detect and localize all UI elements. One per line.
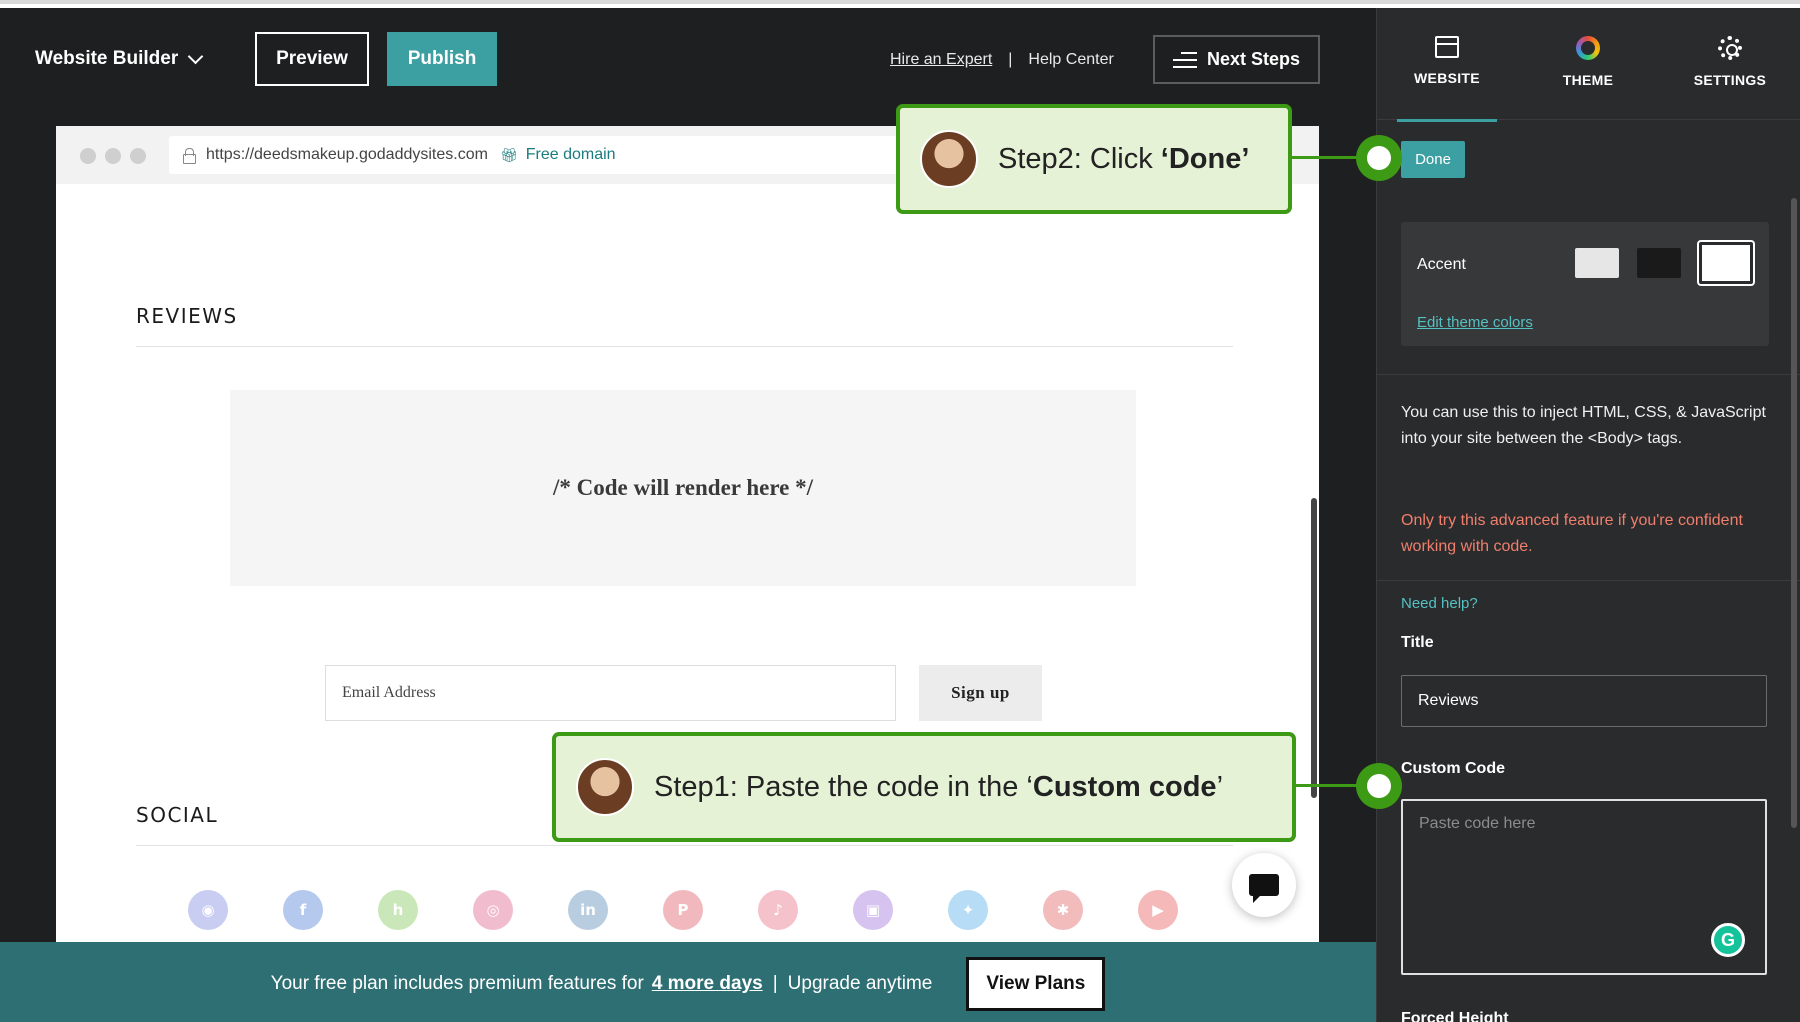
next-steps-button[interactable]: Next Steps (1153, 35, 1320, 84)
reviews-heading: REVIEWS (136, 304, 238, 328)
title-label: Title (1401, 634, 1434, 651)
publish-button[interactable]: Publish (387, 32, 497, 86)
divider (1377, 580, 1800, 581)
tab-label: SETTINGS (1693, 72, 1767, 88)
divider (136, 346, 1233, 347)
upgrade-text: Upgrade anytime (787, 973, 933, 994)
site-url: https://deedsmakeup.godaddysites.com (206, 146, 488, 163)
custom-code-placeholder: Paste code here (1419, 815, 1536, 832)
avatar (576, 758, 634, 816)
chat-button[interactable] (1232, 853, 1296, 917)
tab-label: WEBSITE (1414, 70, 1480, 86)
divider: | (1008, 51, 1013, 68)
discord-icon[interactable]: ◉ (188, 890, 228, 930)
settings-panel: WEBSITE THEME SETTINGS Done Accent Edit … (1376, 8, 1800, 1022)
email-field[interactable]: Email Address (325, 665, 896, 721)
tiktok-icon[interactable]: ♪ (758, 890, 798, 930)
accent-settings: Accent Edit theme colors (1401, 222, 1769, 346)
lock-icon (183, 148, 196, 164)
gift-icon: 🎁︎ (499, 146, 518, 163)
step2-callout: Step2: Click ‘Done’ (896, 104, 1292, 214)
step2-text: Step2: Click ‘Done’ (998, 142, 1250, 175)
accent-label: Accent (1417, 256, 1466, 273)
twitch-icon[interactable]: ▣ (853, 890, 893, 930)
social-heading: SOCIAL (136, 803, 219, 827)
accent-swatch-white-selected[interactable] (1697, 240, 1755, 286)
preview-button[interactable]: Preview (255, 32, 369, 86)
color-wheel-icon (1576, 36, 1600, 60)
top-links: Hire an Expert | Help Center (890, 51, 1114, 69)
houzz-icon[interactable]: h (378, 890, 418, 930)
edit-theme-colors-link[interactable]: Edit theme colors (1417, 314, 1533, 331)
next-steps-label: Next Steps (1206, 49, 1301, 69)
social-icons: ◉ f h ◎ in P ♪ ▣ ✦ ✱ ▶ (188, 890, 1178, 930)
twitter-icon[interactable]: ✦ (948, 890, 988, 930)
upgrade-banner: Your free plan includes premium features… (0, 942, 1376, 1022)
url-bar: https://deedsmakeup.godaddysites.com 🎁︎ … (169, 136, 939, 174)
free-domain-link[interactable]: 🎁︎ Free domain (500, 146, 616, 164)
checklist-icon (1172, 51, 1197, 68)
step2-marker (1356, 135, 1402, 181)
facebook-icon[interactable]: f (283, 890, 323, 930)
title-field[interactable]: Reviews (1401, 675, 1767, 727)
divider: | (772, 973, 778, 994)
panel-scrollbar[interactable] (1791, 198, 1797, 828)
step1-text: Step1: Paste the code in the ‘Custom cod… (654, 770, 1224, 803)
custom-code-warning: Only try this advanced feature if you're… (1401, 512, 1743, 555)
tab-theme[interactable]: THEME (1528, 36, 1648, 88)
step1-marker (1356, 763, 1402, 809)
divider (136, 845, 1233, 846)
tab-website[interactable]: WEBSITE (1387, 36, 1507, 86)
tab-settings[interactable]: SETTINGS (1670, 36, 1790, 88)
banner-text: Your free plan includes premium features… (270, 973, 644, 994)
code-render-area: /* Code will render here */ (230, 390, 1136, 586)
grammarly-icon[interactable]: G (1711, 923, 1745, 957)
preview-scrollbar[interactable] (1311, 498, 1317, 798)
divider (1377, 374, 1800, 375)
brand-label: Website Builder (35, 48, 179, 69)
accent-swatch-dark[interactable] (1637, 248, 1681, 278)
browser-window-icon (1435, 36, 1459, 58)
custom-code-label: Custom Code (1401, 760, 1505, 777)
instagram-icon[interactable]: ◎ (473, 890, 513, 930)
custom-code-description: You can use this to inject HTML, CSS, & … (1401, 404, 1766, 447)
chevron-down-icon (187, 48, 204, 64)
tab-label: THEME (1562, 72, 1614, 88)
linkedin-icon[interactable]: in (568, 890, 608, 930)
free-domain-label: Free domain (525, 146, 616, 163)
top-bar: Website Builder Preview Publish Hire an … (0, 8, 1376, 118)
forced-height-label: Forced Height (1401, 1010, 1509, 1022)
panel-tabs: WEBSITE THEME SETTINGS (1377, 8, 1800, 122)
step1-callout: Step1: Paste the code in the ‘Custom cod… (552, 732, 1296, 842)
sign-up-button[interactable]: Sign up (919, 665, 1042, 721)
screen: Website Builder Preview Publish Hire an … (0, 0, 1800, 1022)
gear-icon (1718, 36, 1742, 60)
need-help-link[interactable]: Need help? (1401, 595, 1478, 612)
youtube-icon[interactable]: ▶ (1138, 890, 1178, 930)
yelp-icon[interactable]: ✱ (1043, 890, 1083, 930)
pinterest-icon[interactable]: P (663, 890, 703, 930)
hire-expert-link[interactable]: Hire an Expert (890, 51, 992, 69)
chat-icon (1249, 874, 1279, 903)
custom-code-textarea[interactable]: Paste code here G (1401, 799, 1767, 975)
website-builder-menu[interactable]: Website Builder (35, 48, 204, 70)
view-plans-button[interactable]: View Plans (966, 957, 1106, 1011)
window-dots (80, 148, 146, 164)
help-center-link[interactable]: Help Center (1028, 51, 1113, 69)
active-tab-indicator (1397, 119, 1497, 122)
done-button[interactable]: Done (1401, 141, 1465, 178)
avatar (920, 130, 978, 188)
days-left-link[interactable]: 4 more days (652, 973, 763, 995)
accent-swatch-light[interactable] (1575, 248, 1619, 278)
